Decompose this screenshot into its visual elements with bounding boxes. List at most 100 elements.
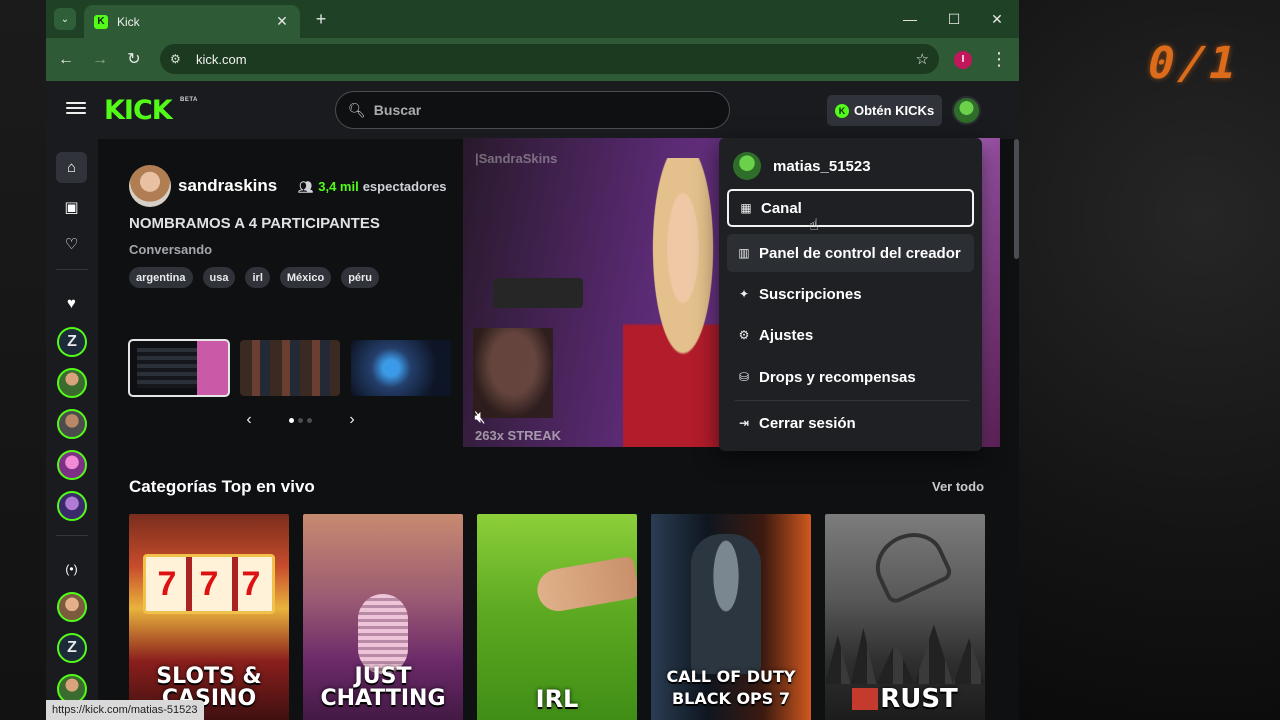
background-counter: 0/1 [1142, 38, 1245, 89]
address-bar[interactable]: ⚙ kick.com ☆ [160, 44, 939, 74]
carousel-dot[interactable] [298, 417, 303, 423]
sidebar-divider [56, 269, 88, 270]
carousel-dot[interactable] [289, 417, 294, 423]
tag[interactable]: irl [245, 267, 270, 288]
home-icon[interactable]: ⌂ [56, 152, 87, 183]
hand-graphic [534, 555, 637, 615]
back-button[interactable]: ← [55, 49, 77, 71]
drops-icon: ⛁ [738, 370, 750, 384]
window-maximize-button[interactable]: ☐ [942, 8, 966, 30]
sidebar-channel-avatar[interactable] [57, 450, 87, 480]
dropdown-username: matias_51523 [773, 157, 871, 175]
viewer-count-number: 3,4 mil [318, 179, 359, 194]
window-minimize-button[interactable]: — [898, 8, 922, 30]
logout-icon: ⇥ [738, 416, 750, 430]
sidebar-channel-avatar[interactable] [57, 491, 87, 521]
streamer-name[interactable]: sandraskins [178, 176, 277, 196]
category-card-rust[interactable]: RUST [825, 514, 985, 720]
tab-search-button[interactable]: ⌄ [54, 8, 76, 30]
tag[interactable]: péru [341, 267, 380, 288]
menu-item-creator-dashboard[interactable]: ▥ Panel de control del creador [727, 234, 974, 272]
tab-close-icon[interactable]: ✕ [274, 13, 290, 30]
following-heart-icon[interactable]: ♡ [56, 228, 87, 259]
search-bar[interactable]: 🔍︎ [335, 91, 730, 129]
menu-item-label: Ajustes [759, 326, 814, 344]
category-label: CALL OF DUTY BLACK OPS 7 [666, 667, 796, 708]
browser-window: ⌄ K Kick ✕ + — ☐ ✕ ← → ↻ ⚙ kick.com ☆ I … [46, 0, 1019, 720]
categories-row: 777 SLOTS & CASINO JUST CHATTING IRL CAL… [129, 514, 999, 720]
forward-button[interactable]: → [89, 49, 111, 71]
menu-item-logout[interactable]: ⇥ Cerrar sesión [727, 404, 974, 442]
desktop-background-right: 0/1 [1019, 0, 1280, 720]
category-label: RUST [825, 686, 985, 712]
category-card-slots[interactable]: 777 SLOTS & CASINO [129, 514, 289, 720]
carousel-thumbnail[interactable] [351, 340, 451, 396]
reload-button[interactable]: ↻ [123, 49, 145, 71]
menu-item-canal[interactable]: ▦ Canal ☝︎ [727, 189, 974, 234]
category-label: IRL [535, 685, 579, 713]
trees-graphic [825, 624, 985, 684]
video-face-overlay [473, 328, 553, 418]
browser-tab[interactable]: K Kick ✕ [84, 5, 300, 38]
microphone-graphic [358, 594, 408, 674]
desktop-background-left [0, 0, 46, 720]
sidebar-channel-avatar[interactable]: Z [57, 633, 87, 663]
tag[interactable]: usa [202, 267, 236, 288]
carousel-dots [287, 417, 314, 423]
dashboard-icon: ▥ [738, 246, 750, 260]
menu-item-settings[interactable]: ⚙ Ajustes [727, 316, 974, 354]
browser-toolbar: ← → ↻ ⚙ kick.com ☆ I ⋮ [46, 38, 1019, 81]
muted-speaker-icon[interactable]: 🔇︎ [468, 407, 492, 431]
window-close-button[interactable]: ✕ [985, 8, 1009, 30]
category-card-call-of-duty[interactable]: CALL OF DUTY BLACK OPS 7 [651, 514, 811, 720]
tag[interactable]: argentina [129, 267, 193, 288]
link-status-bar: https://kick.com/matias-51523 [46, 700, 204, 720]
sidebar-channel-avatar[interactable]: Z [57, 327, 87, 357]
sidebar-channel-avatar[interactable] [57, 368, 87, 398]
menu-item-drops[interactable]: ⛁ Drops y recompensas [727, 358, 974, 396]
carousel-next-icon[interactable]: › [342, 411, 362, 429]
browser-profile-avatar[interactable]: I [954, 51, 972, 69]
page-scrollbar[interactable] [1014, 139, 1019, 259]
user-avatar[interactable] [952, 96, 981, 125]
menu-item-label: Cerrar sesión [759, 414, 856, 432]
menu-item-label: Canal [761, 199, 802, 217]
stream-title[interactable]: NOMBRAMOS A 4 PARTICIPANTES [129, 215, 380, 232]
video-microphone [493, 278, 583, 308]
browse-icon[interactable]: ▣ [56, 191, 87, 222]
see-all-link[interactable]: Ver todo [932, 479, 984, 494]
menu-item-subscriptions[interactable]: ✦ Suscripciones [727, 275, 974, 313]
stream-category[interactable]: Conversando [129, 242, 212, 257]
tag[interactable]: México [279, 267, 332, 288]
search-input[interactable] [373, 102, 694, 118]
channel-icon: ▦ [740, 201, 752, 215]
kicks-coin-icon: K [835, 103, 849, 118]
sidebar-channel-avatar[interactable] [57, 592, 87, 622]
viewer-count: 👥︎ 3,4 mil espectadores [298, 179, 447, 194]
streamer-avatar[interactable] [129, 165, 171, 207]
carousel-thumbnail[interactable] [128, 339, 230, 397]
kick-logo[interactable]: KICK [104, 95, 173, 126]
menu-hamburger-icon[interactable] [66, 99, 86, 119]
get-kicks-button[interactable]: K Obtén KICKs [827, 95, 943, 126]
viewers-label: espectadores [362, 179, 447, 194]
carousel-prev-icon[interactable]: ‹ [239, 411, 259, 429]
carousel-dot[interactable] [307, 417, 312, 423]
search-icon: 🔍︎ [348, 101, 366, 118]
bookmark-star-icon[interactable]: ☆ [916, 50, 929, 68]
browser-menu-icon[interactable]: ⋮ [990, 49, 1008, 71]
hand-cursor-icon: ☝︎ [809, 217, 819, 234]
site-info-icon[interactable]: ⚙ [170, 52, 192, 66]
sidebar-channel-avatar[interactable] [57, 409, 87, 439]
carousel-nav: ‹ › [239, 411, 362, 429]
new-tab-button[interactable]: + [311, 9, 331, 29]
category-card-irl[interactable]: IRL [477, 514, 637, 720]
url-text[interactable]: kick.com [196, 52, 247, 67]
sidebar-divider [56, 535, 88, 536]
tab-title: Kick [117, 14, 140, 29]
menu-item-label: Suscripciones [759, 285, 862, 303]
dropdown-avatar [733, 152, 761, 180]
kick-page: KICK BETA 🔍︎ K Obtén KICKs ⌂ ▣ ♡ ♥ Z [46, 81, 1019, 720]
carousel-thumbnail[interactable] [240, 340, 340, 396]
category-card-just-chatting[interactable]: JUST CHATTING [303, 514, 463, 720]
